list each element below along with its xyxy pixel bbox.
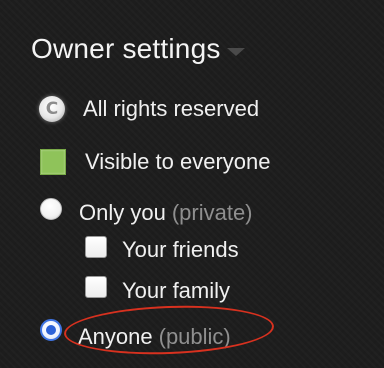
owner-settings-panel: Owner settings C All rights reserved Vis… [0, 0, 384, 368]
visibility-row: Visible to everyone [40, 149, 271, 175]
only-you-label: Only you (private) [79, 200, 253, 226]
friends-checkbox[interactable] [85, 236, 107, 258]
square-icon [40, 149, 66, 175]
friends-label: Your friends [122, 237, 239, 262]
license-row: C All rights reserved [39, 96, 259, 122]
privacy-option-family[interactable]: Your family [85, 269, 230, 304]
page-title: Owner settings [31, 33, 221, 64]
copyright-icon: C [39, 96, 65, 122]
only-you-note: (private) [171, 200, 253, 225]
only-you-radio[interactable] [40, 198, 62, 220]
license-label: All rights reserved [83, 96, 260, 121]
family-label: Your family [122, 278, 231, 303]
only-you-text: Only you [79, 200, 166, 225]
anyone-radio[interactable] [40, 319, 62, 341]
privacy-option-friends[interactable]: Your friends [85, 231, 239, 263]
visibility-label: Visible to everyone [85, 149, 271, 174]
owner-settings-header[interactable]: Owner settings [31, 33, 245, 65]
privacy-option-only-you[interactable]: Only you (private) [40, 192, 253, 226]
caret-down-icon[interactable] [226, 48, 245, 56]
family-checkbox[interactable] [85, 275, 107, 298]
